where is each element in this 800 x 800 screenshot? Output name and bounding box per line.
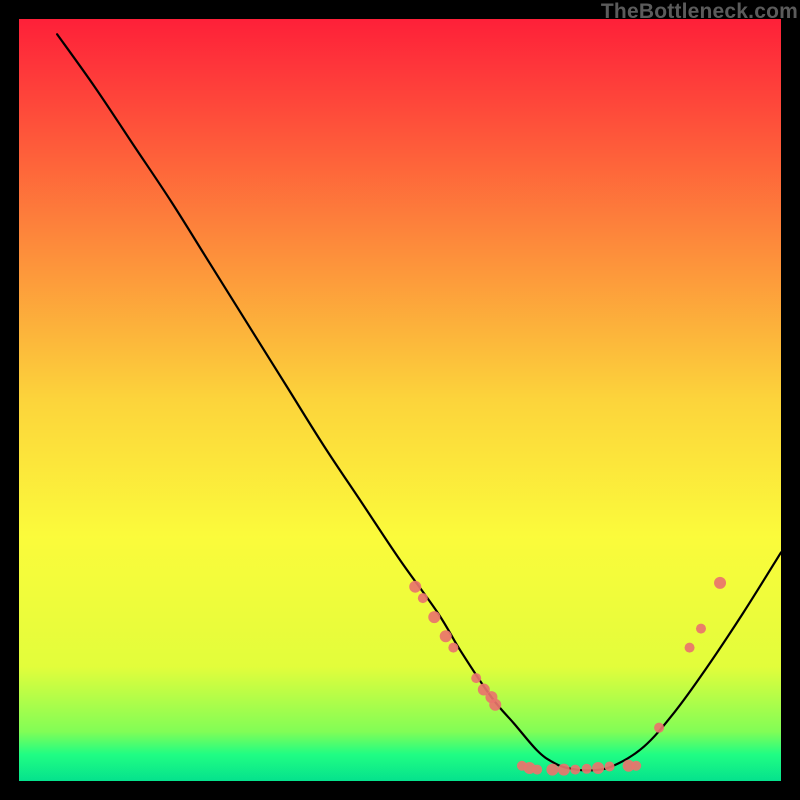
highlight-point xyxy=(428,611,440,623)
highlight-point xyxy=(532,765,542,775)
chart-frame xyxy=(19,19,781,781)
highlight-point xyxy=(471,673,481,683)
highlight-point xyxy=(448,643,458,653)
highlight-point xyxy=(558,764,570,776)
highlight-point xyxy=(654,723,664,733)
highlight-point xyxy=(714,577,726,589)
chart-background xyxy=(19,19,781,781)
highlight-point xyxy=(546,764,558,776)
highlight-point xyxy=(418,593,428,603)
bottleneck-chart xyxy=(19,19,781,781)
highlight-point xyxy=(696,624,706,634)
highlight-point xyxy=(409,581,421,593)
highlight-point xyxy=(592,762,604,774)
highlight-point xyxy=(631,761,641,771)
highlight-point xyxy=(605,762,615,772)
highlight-point xyxy=(685,643,695,653)
highlight-point xyxy=(489,699,501,711)
highlight-point xyxy=(582,764,592,774)
highlight-point xyxy=(440,630,452,642)
highlight-point xyxy=(570,765,580,775)
